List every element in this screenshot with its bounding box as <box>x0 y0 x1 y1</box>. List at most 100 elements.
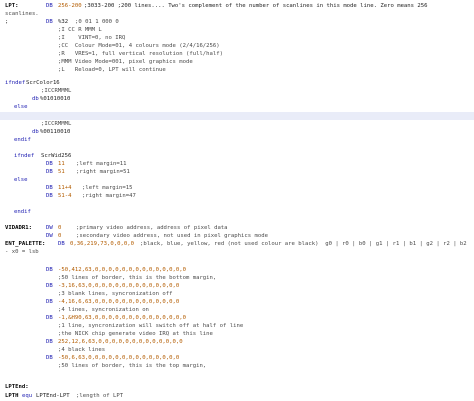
code-number: 256-200 <box>58 3 82 9</box>
code-line[interactable]: DB 11+4 ;left margin=15 <box>0 184 474 192</box>
code-label: LPTH <box>5 393 19 399</box>
code-keyword: ifndef <box>14 153 35 159</box>
code-line[interactable]: ;ICCRMMML <box>0 87 474 95</box>
code-editor[interactable]: LPT: DB 256-200 ;3033-200 ;200 lines.... Tw… <box>0 0 474 401</box>
code-line[interactable]: ;ICCRMMML <box>0 120 474 128</box>
code-comment: ;I CC R MMM L <box>58 27 102 33</box>
code-comment: ;primary video address, address of pixel… <box>76 225 228 231</box>
code-comment: ;4 lines, syncronization on <box>58 307 149 313</box>
code-comment: ;L Reload=0, LPT will continue <box>58 67 166 73</box>
code-line[interactable]: ;1 line, syncronization will switch off … <box>0 322 474 330</box>
code-keyword: DB <box>46 267 53 273</box>
code-line[interactable]: VIDADR1: DW 0 ;primary video address, addre… <box>0 224 474 232</box>
code-line[interactable]: DB -50,412,63,0,0,0,0,0,0,0,0,0,0,0,0,0,0 <box>0 266 474 274</box>
code-keyword: DB <box>46 185 53 191</box>
code-comment: ;0 01 1 000 0 <box>75 19 119 25</box>
code-comment: ;R VRES=1, full vertical resolution (ful… <box>58 51 224 57</box>
code-keyword: DB <box>46 3 53 9</box>
code-line[interactable]: DB 51 ;right margin=51 <box>0 168 474 176</box>
code-line[interactable]: DB -50,6,63,0,0,0,0,0,0,0,0,0,0,0,0,0,0 <box>0 354 474 362</box>
code-line[interactable]: LPT: DB 256-200 ;3033-200 ;200 lines.... Tw… <box>0 2 474 10</box>
code-comment: ;3 blank lines, syncronization off <box>58 291 173 297</box>
code-line[interactable]: DW 0 ;secondary video address, not used in… <box>0 232 474 240</box>
code-number: -50,6,63,0,0,0,0,0,0,0,0,0,0,0,0,0,0 <box>58 355 180 361</box>
code-comment: ;ICCRMMML <box>41 121 72 127</box>
code-line[interactable]: ifndef ScrWid256 <box>0 152 474 160</box>
code-identifier: %32 <box>58 19 69 25</box>
code-line[interactable]: - x0 = lsb <box>0 248 474 256</box>
code-line[interactable]: DB 51-4 ;right margin=47 <box>0 192 474 200</box>
code-comment: - x0 = lsb <box>5 249 39 255</box>
code-comment: ;length of LPT <box>76 393 124 399</box>
code-comment: ;left margin=11 <box>76 161 127 167</box>
code-keyword: endif <box>14 209 31 215</box>
code-line[interactable]: ENT_PALETTE: DB 0,36,219,73,0,0,0,0 ;black,… <box>0 240 474 248</box>
code-line[interactable]: DB 252,12,6,63,0,0,0,0,0,0,0,0,0,0,0,0,0 <box>0 338 474 346</box>
code-identifier: ScrColor16 <box>26 80 60 86</box>
code-keyword: else <box>14 177 28 183</box>
code-line[interactable]: ;R VRES=1, full vertical resolution (ful… <box>0 50 474 58</box>
code-line[interactable]: LPTH equ LPTEnd-LPT ;length of LPT <box>0 392 474 400</box>
code-line[interactable]: db %01010010 <box>0 95 474 103</box>
code-keyword: ifndef <box>5 80 26 86</box>
code-line[interactable]: ifndef ScrColor16 <box>0 79 474 87</box>
code-comment: ;50 lines of border, this is the bottom … <box>58 275 217 281</box>
code-number: 11 <box>58 161 65 167</box>
code-line[interactable]: ;the NICK chip generate video IRQ at thi… <box>0 330 474 338</box>
code-line[interactable]: endif <box>0 136 474 144</box>
code-keyword: DB <box>46 339 53 345</box>
code-number: 252,12,6,63,0,0,0,0,0,0,0,0,0,0,0,0,0 <box>58 339 183 345</box>
code-line[interactable]: db %00110010 <box>0 128 474 136</box>
code-line[interactable]: ;4 black lines <box>0 346 474 354</box>
code-comment: ;black, blue, yellow, red (not used colo… <box>140 241 467 247</box>
code-line[interactable]: LPTEnd: <box>0 383 474 391</box>
current-line[interactable] <box>0 112 474 120</box>
code-line[interactable]: ;CC Colour Mode=01, 4 colours mode (2/4/… <box>0 42 474 50</box>
code-line[interactable]: ;3 blank lines, syncronization off <box>0 290 474 298</box>
code-number: 11+4 <box>58 185 72 191</box>
code-line[interactable]: else <box>0 176 474 184</box>
code-line[interactable]: scanlines. <box>0 10 474 18</box>
code-comment: scanlines. <box>5 11 39 17</box>
code-identifier: ScrWid256 <box>41 153 72 159</box>
code-comment: ;left margin=15 <box>82 185 133 191</box>
code-keyword: else <box>14 104 28 110</box>
code-line[interactable]: ;I CC R MMM L <box>0 26 474 34</box>
code-comment: ;ICCRMMML <box>41 88 72 94</box>
code-line[interactable]: DB -3,16,63,0,0,0,0,0,0,0,0,0,0,0,0,0,0 <box>0 282 474 290</box>
code-keyword: DB <box>46 161 53 167</box>
code-keyword: db <box>32 129 39 135</box>
code-keyword: DW <box>46 233 53 239</box>
code-comment: ;CC Colour Mode=01, 4 colours mode (2/4/… <box>58 43 220 49</box>
code-comment: ;secondary video address, not used in pi… <box>76 233 268 239</box>
code-label: LPTEnd: <box>5 384 29 390</box>
code-line[interactable]: endif <box>0 208 474 216</box>
code-comment: ;right margin=51 <box>76 169 130 175</box>
code-line[interactable]: ;50 lines of border, this is the bottom … <box>0 274 474 282</box>
code-identifier: LPTEnd-LPT <box>36 393 70 399</box>
code-identifier: ;3033-200 ;200 lines.... Two's complemen… <box>84 3 428 9</box>
code-line[interactable]: DB 11 ;left margin=11 <box>0 160 474 168</box>
code-line[interactable]: ;I VINT=0, no IRQ <box>0 34 474 42</box>
code-keyword: DB <box>46 19 53 25</box>
code-line[interactable]: ;L Reload=0, LPT will continue <box>0 66 474 74</box>
code-keyword: DB <box>46 315 53 321</box>
code-number: -50,412,63,0,0,0,0,0,0,0,0,0,0,0,0,0,0 <box>58 267 186 273</box>
code-line[interactable]: DB -4,16,6,63,0,0,0,0,0,0,0,0,0,0,0,0,0 <box>0 298 474 306</box>
code-label: VIDADR1: <box>5 225 32 231</box>
code-line[interactable]: DB -1,&H90,63,0,0,0,0,0,0,0,0,0,0,0,0,0,0 <box>0 314 474 322</box>
code-line[interactable]: ;50 lines of border, this is the top mar… <box>0 362 474 370</box>
code-number: -4,16,6,63,0,0,0,0,0,0,0,0,0,0,0,0,0 <box>58 299 180 305</box>
code-line[interactable]: ;4 lines, syncronization on <box>0 306 474 314</box>
code-line[interactable]: else <box>0 103 474 111</box>
code-number: -3,16,63,0,0,0,0,0,0,0,0,0,0,0,0,0,0 <box>58 283 180 289</box>
code-keyword: DB <box>46 355 53 361</box>
code-identifier: ; <box>5 19 9 25</box>
code-line[interactable]: ; DB %32 ;0 01 1 000 0 <box>0 18 474 26</box>
code-comment: ;1 line, syncronization will switch off … <box>58 323 244 329</box>
code-keyword: DB <box>46 193 53 199</box>
code-line[interactable]: ;MMM Video Mode=001, pixel graphics mode <box>0 58 474 66</box>
code-number: 0 <box>58 225 62 231</box>
code-comment: ;the NICK chip generate video IRQ at thi… <box>58 331 213 337</box>
code-keyword: DB <box>46 299 53 305</box>
